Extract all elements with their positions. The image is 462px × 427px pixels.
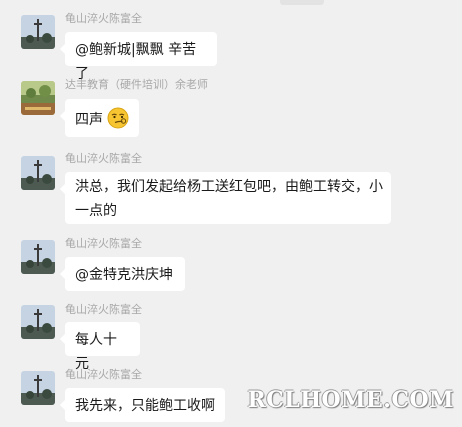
smirk-emoji-icon	[107, 107, 129, 129]
tower-avatar-icon	[21, 156, 55, 190]
avatar[interactable]	[21, 240, 55, 274]
tower-avatar-icon	[21, 240, 55, 274]
message-text: 我先来，只能鲍工收啊	[75, 398, 215, 414]
avatar[interactable]	[21, 156, 55, 190]
message-bubble[interactable]: @金特克洪庆坤	[60, 257, 185, 291]
message-text: 每人十元	[75, 332, 117, 372]
sender-name: 龟山淬火陈富全	[65, 237, 142, 250]
message-bubble[interactable]: @鲍新城|飘飘 辛苦了	[60, 32, 217, 82]
landscape-avatar-icon	[21, 81, 55, 115]
watermark: RCLHOME.COM	[247, 387, 454, 413]
avatar[interactable]	[21, 305, 55, 339]
avatar[interactable]	[21, 15, 55, 49]
tower-avatar-icon	[21, 15, 55, 49]
message-text: @金特克洪庆坤	[75, 267, 173, 283]
sender-name: 龟山淬火陈富全	[65, 303, 142, 316]
avatar[interactable]	[21, 81, 55, 115]
message-text: 四声	[75, 112, 103, 128]
message-text-line: 一点的	[75, 203, 117, 219]
message-bubble[interactable]: 四声	[60, 99, 139, 137]
message-text-line: 洪总，我们发起给杨工送红包吧，由鲍工转交，小	[75, 179, 383, 195]
sender-name: 达丰教育（硬件培训）余老师	[65, 78, 208, 91]
message-bubble[interactable]: 每人十元	[60, 322, 140, 372]
sender-name: 龟山淬火陈富全	[65, 12, 142, 25]
top-scroll-edge	[280, 0, 324, 5]
sender-name: 龟山淬火陈富全	[65, 152, 142, 165]
tower-avatar-icon	[21, 305, 55, 339]
message-text: @鲍新城|飘飘 辛苦了	[75, 42, 197, 82]
sender-name: 龟山淬火陈富全	[65, 368, 142, 381]
message-bubble[interactable]: 我先来，只能鲍工收啊	[60, 388, 225, 422]
avatar[interactable]	[21, 371, 55, 405]
tower-avatar-icon	[21, 371, 55, 405]
message-bubble[interactable]: 洪总，我们发起给杨工送红包吧，由鲍工转交，小 一点的	[60, 172, 391, 224]
